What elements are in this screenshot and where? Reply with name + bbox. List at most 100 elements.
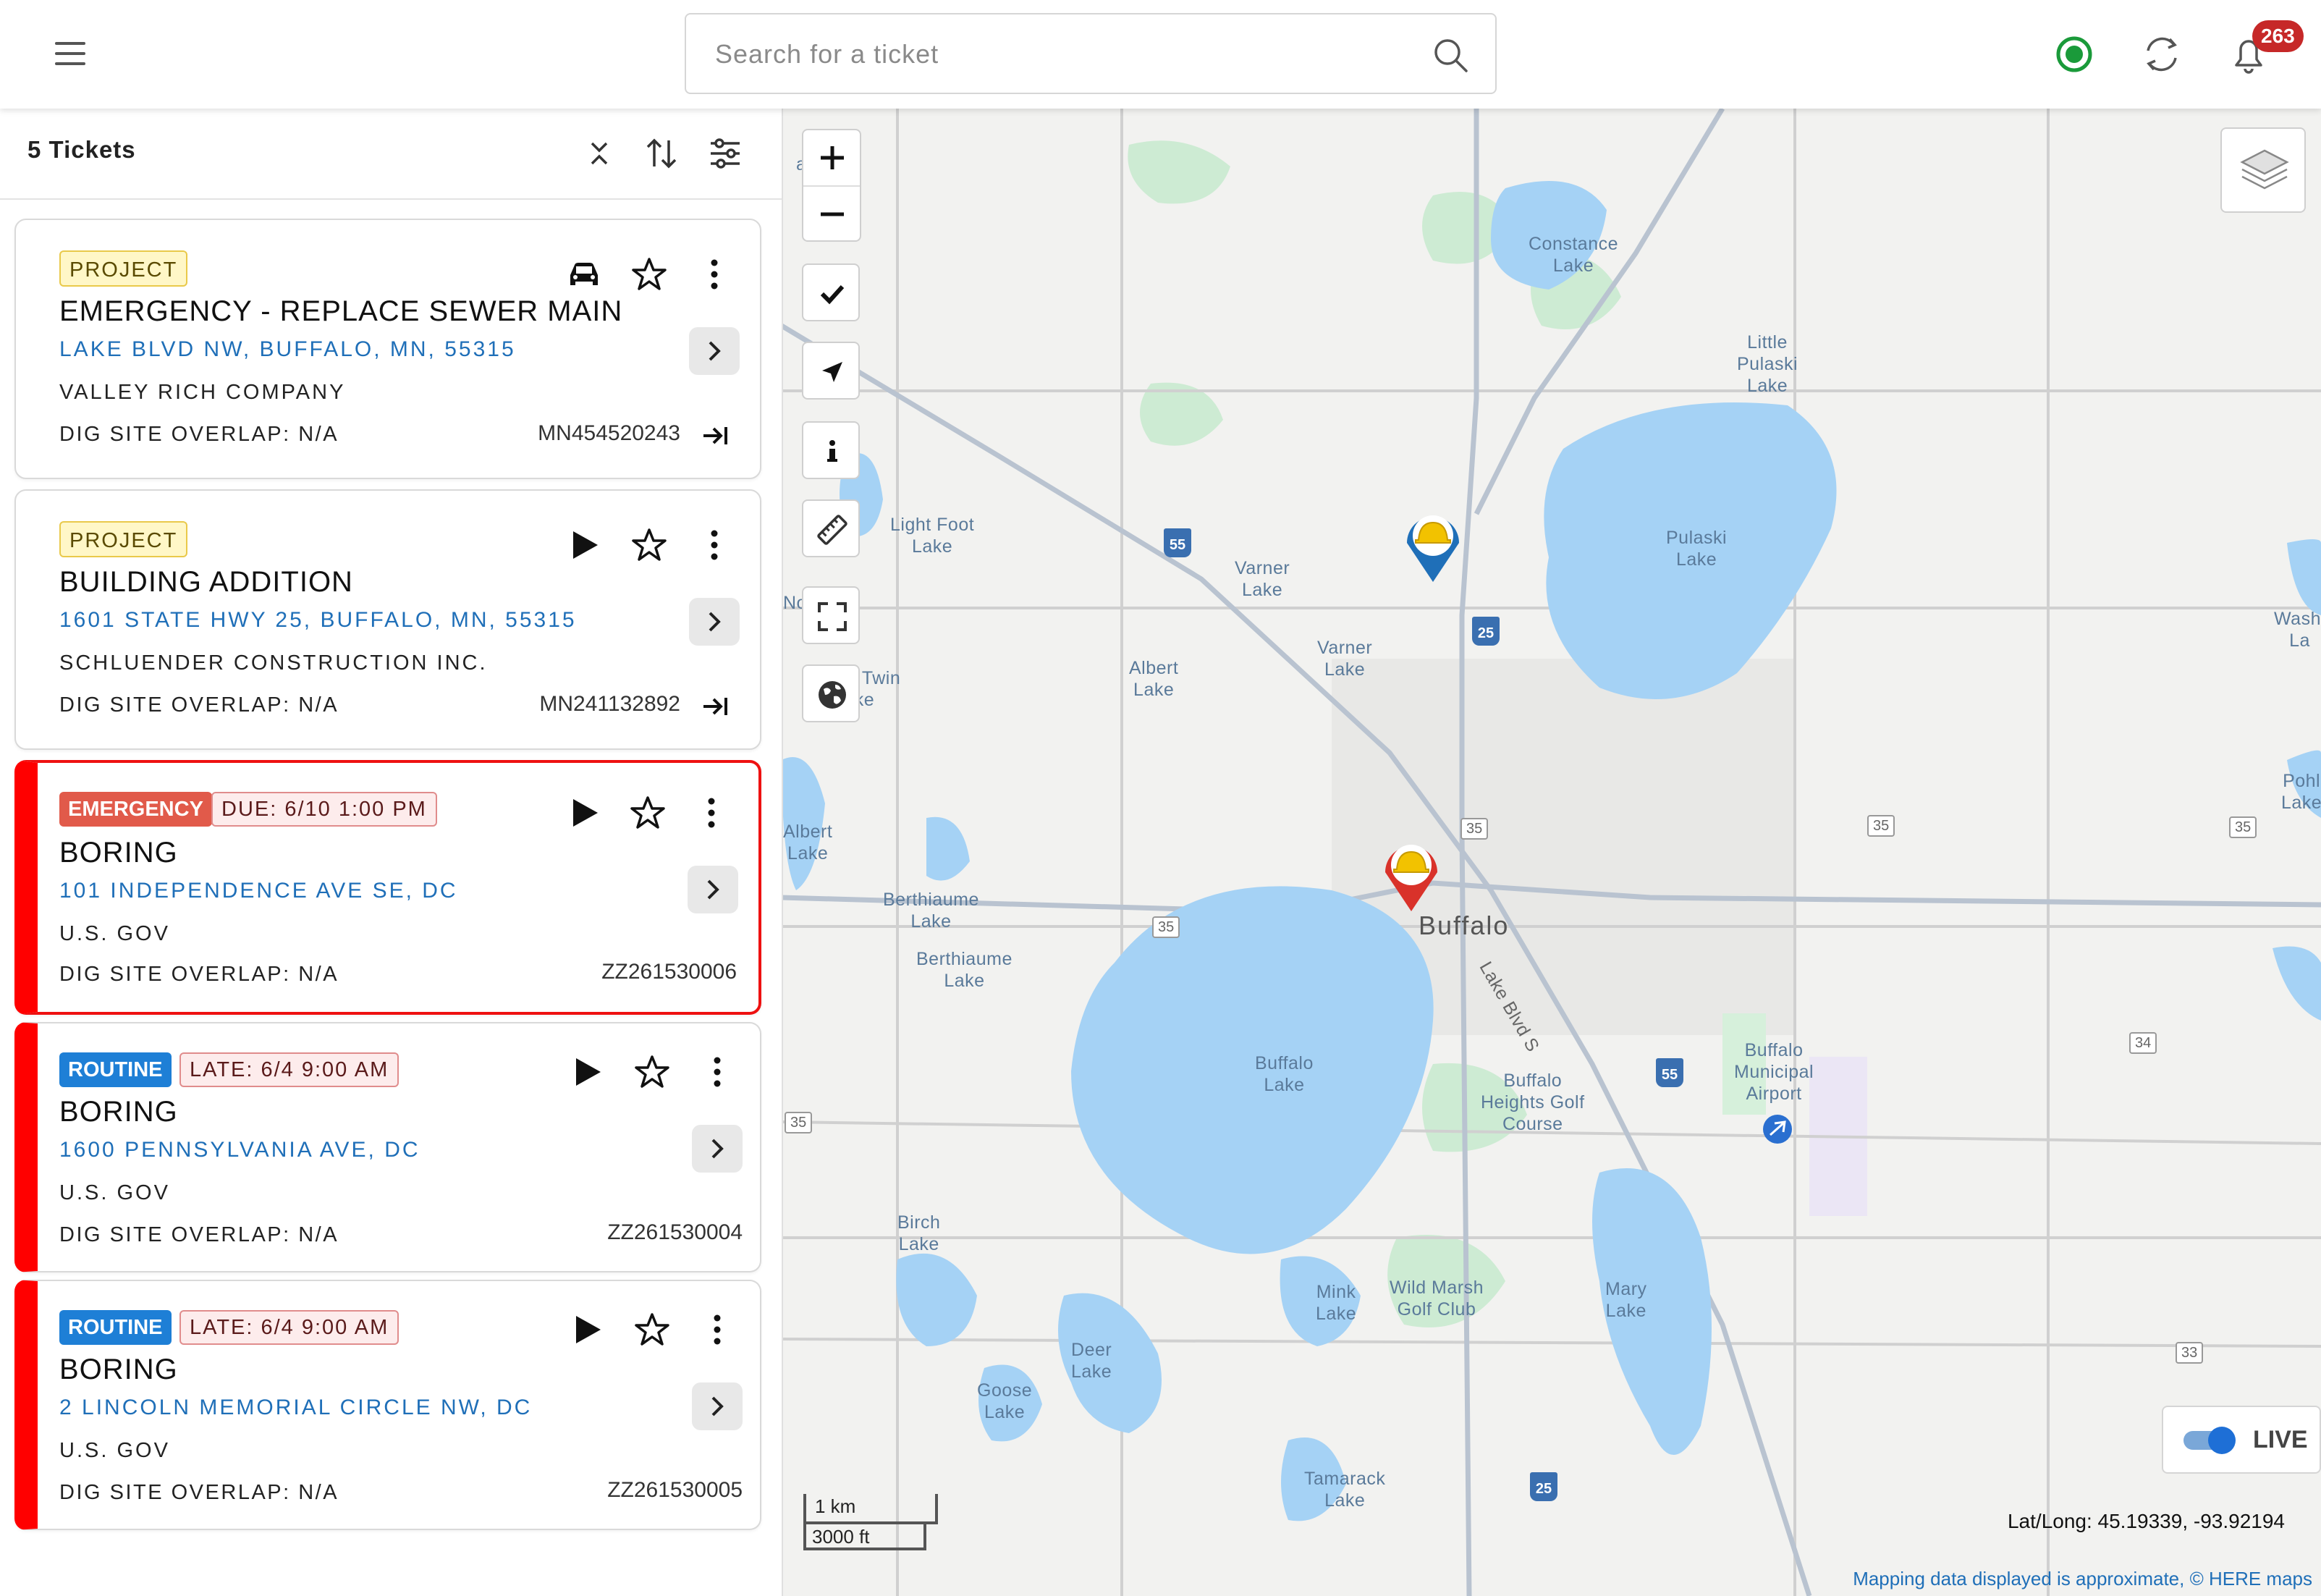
map-label: Wild Marsh Golf Club [1390, 1278, 1484, 1320]
menu-icon[interactable] [52, 38, 93, 69]
map-label: Buffalo Heights Golf Course [1481, 1071, 1585, 1134]
dig-site-overlap: DIG SITE OVERLAP: N/A [59, 423, 339, 446]
tag-emergency: EMERGENCY [59, 792, 212, 827]
play-icon[interactable] [569, 1312, 605, 1348]
more-vertical-icon[interactable] [696, 256, 732, 292]
map-label: Deer Lake [1071, 1340, 1112, 1382]
map-label: Buffalo Municipal Airport [1734, 1040, 1814, 1104]
ticket-card[interactable]: PROJECT EMERGENCY - REPLACE SEWER MAIN L… [14, 219, 761, 479]
collapse-icon[interactable] [580, 135, 618, 172]
ticket-title: BUILDING ADDITION [59, 566, 353, 598]
star-icon[interactable] [634, 1054, 670, 1090]
tag-late: LATE: 6/4 9:00 AM [179, 1310, 399, 1345]
map-label: Tamarack Lake [1304, 1469, 1386, 1511]
ticket-card[interactable]: PROJECT BUILDING ADDITION 1601 STATE HWY… [14, 489, 761, 750]
measure-button[interactable] [802, 499, 860, 557]
play-icon[interactable] [569, 1054, 605, 1090]
zoom-out-icon[interactable] [818, 200, 847, 229]
ticket-id: ZZ261530004 [607, 1220, 743, 1244]
locate-button[interactable] [802, 342, 860, 400]
chevron-right-icon [711, 1396, 724, 1416]
open-ticket-button[interactable] [692, 1125, 743, 1173]
us-highway-shield: 25 [1530, 1472, 1557, 1501]
ruler-icon [817, 515, 847, 545]
map-label: Berthiaume Lake [916, 949, 1012, 991]
highway-shield: 34 [2129, 1032, 2157, 1054]
ticket-company: U.S. GOV [59, 1439, 170, 1462]
info-button[interactable] [802, 421, 860, 479]
layers-button[interactable] [2220, 127, 2306, 213]
dig-site-overlap: DIG SITE OVERLAP: N/A [59, 1481, 339, 1504]
sort-icon[interactable] [643, 135, 680, 172]
dig-site-overlap: DIG SITE OVERLAP: N/A [59, 1223, 339, 1246]
search-icon[interactable] [1432, 36, 1469, 74]
buffalo-lake [1071, 886, 1434, 1254]
us-highway-shield: 55 [1656, 1058, 1683, 1087]
ticket-title: BORING [59, 1096, 178, 1128]
ticket-address[interactable]: 1601 STATE HWY 25, BUFFALO, MN, 55315 [59, 608, 577, 633]
chevron-right-icon [709, 341, 721, 361]
highway-shield: 35 [2229, 816, 2257, 838]
globe-button[interactable] [802, 664, 860, 722]
filter-sliders-icon[interactable] [706, 135, 744, 172]
tag-project: PROJECT [59, 250, 188, 287]
zoom-in-icon[interactable] [818, 143, 847, 172]
play-icon[interactable] [566, 527, 602, 563]
open-ticket-button[interactable] [689, 598, 740, 646]
map-label: Varner Lake [1235, 558, 1290, 600]
highway-shield: 35 [1152, 916, 1180, 938]
chevron-right-icon [707, 879, 719, 900]
ticket-card[interactable]: ROUTINE LATE: 6/4 9:00 AM BORING 1600 PE… [14, 1022, 761, 1272]
info-icon [827, 440, 837, 462]
more-vertical-icon[interactable] [693, 795, 730, 831]
goto-end-icon[interactable] [701, 421, 730, 450]
search-input[interactable] [714, 32, 1368, 77]
map-label: Varner Lake [1317, 638, 1373, 680]
car-icon[interactable] [566, 256, 602, 292]
map-label: Albert Lake [783, 822, 833, 864]
star-icon[interactable] [631, 527, 667, 563]
star-icon[interactable] [634, 1312, 670, 1348]
ticket-address[interactable]: 101 INDEPENDENCE AVE SE, DC [59, 879, 458, 903]
ticket-address[interactable]: 2 LINCOLN MEMORIAL CIRCLE NW, DC [59, 1396, 532, 1420]
more-vertical-icon[interactable] [699, 1054, 735, 1090]
more-vertical-icon[interactable] [696, 527, 732, 563]
attribution-text: Mapping data displayed is approximate, © [1853, 1568, 2209, 1589]
open-ticket-button[interactable] [692, 1382, 743, 1430]
ticket-card-selected[interactable]: EMERGENCY DUE: 6/10 1:00 PM BORING 101 I… [14, 760, 761, 1015]
goto-end-icon[interactable] [701, 692, 730, 721]
live-toggle[interactable]: LIVE [2162, 1406, 2321, 1474]
map-scale: 1 km 3000 ft [802, 1491, 939, 1555]
check-button[interactable] [802, 263, 860, 321]
ticket-address[interactable]: 1600 PENNSYLVANIA AVE, DC [59, 1138, 420, 1162]
ticket-card[interactable]: ROUTINE LATE: 6/4 9:00 AM BORING 2 LINCO… [14, 1280, 761, 1530]
open-ticket-button[interactable] [688, 866, 738, 913]
tag-routine: ROUTINE [59, 1052, 172, 1087]
ticket-address[interactable]: LAKE BLVD NW, BUFFALO, MN, 55315 [59, 337, 516, 362]
map-label: Albert Lake [1129, 658, 1179, 700]
star-icon[interactable] [631, 256, 667, 292]
map-label: Birch Lake [897, 1212, 941, 1254]
star-icon[interactable] [630, 795, 666, 831]
here-maps-link[interactable]: HERE maps [2209, 1568, 2312, 1589]
town-label: Buffalo [1419, 911, 1510, 940]
park-area [1128, 140, 1230, 204]
dig-site-overlap: DIG SITE OVERLAP: N/A [59, 693, 339, 717]
us-highway-shield: 55 [1164, 528, 1191, 557]
fullscreen-button[interactable] [802, 586, 860, 644]
status-online-icon[interactable] [2054, 28, 2094, 81]
search-box [685, 13, 1497, 94]
chevron-right-icon [709, 612, 721, 632]
map-label: Berthiaume Lake [883, 890, 979, 932]
notification-badge: 263 [2252, 20, 2304, 52]
open-ticket-button[interactable] [689, 327, 740, 375]
map-view[interactable]: an No in Constance Lake Little Pulaski L… [782, 109, 2321, 1596]
lat-long-readout: Lat/Long: 45.19339, -93.92194 [2007, 1510, 2285, 1532]
map-label: Light Foot Lake [890, 515, 975, 557]
live-label: LIVE [2253, 1426, 2308, 1453]
refresh-icon[interactable] [2141, 28, 2183, 81]
ticket-title: BORING [59, 837, 178, 869]
more-vertical-icon[interactable] [699, 1312, 735, 1348]
play-icon[interactable] [566, 795, 602, 831]
zoom-controls [802, 129, 861, 242]
